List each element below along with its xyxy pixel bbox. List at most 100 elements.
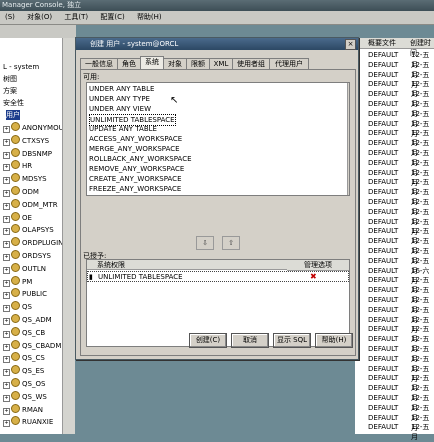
table-row[interactable]: DEFAULT 12-五月: [355, 364, 434, 383]
tree-item-users[interactable]: 用户: [6, 110, 20, 120]
table-row[interactable]: DEFAULT 12-五月: [355, 168, 434, 187]
expand-icon[interactable]: +: [3, 330, 10, 338]
expand-icon[interactable]: +: [3, 190, 10, 197]
table-row[interactable]: DEFAULT 12-五月: [355, 207, 434, 226]
expand-icon[interactable]: +: [3, 202, 10, 210]
table-row[interactable]: DEFAULT 16-六月: [355, 266, 434, 285]
table-row[interactable]: DEFAULT 12-五月: [355, 393, 434, 412]
tree-item-user[interactable]: + ORDSYS: [3, 250, 51, 261]
tree-item-user[interactable]: + PM: [3, 275, 32, 287]
expand-icon[interactable]: +: [3, 292, 10, 300]
expand-icon[interactable]: +: [3, 164, 10, 172]
tree-item-user[interactable]: + PUBLIC: [3, 288, 47, 300]
expand-icon[interactable]: +: [3, 241, 10, 249]
expand-icon[interactable]: +: [3, 356, 10, 364]
table-row[interactable]: DEFAULT 12-五月: [355, 158, 434, 177]
tree-scrollbar[interactable]: [62, 38, 75, 434]
expand-icon[interactable]: +: [3, 177, 10, 185]
table-row[interactable]: DEFAULT 12-五月: [355, 403, 434, 422]
table-row[interactable]: DEFAULT 12-五月: [355, 256, 434, 275]
tree-item-user[interactable]: + DBSNMP: [3, 147, 52, 159]
tree-item-user[interactable]: + OE: [3, 211, 32, 223]
expand-icon[interactable]: +: [3, 228, 10, 236]
expand-icon[interactable]: +: [3, 254, 10, 261]
expand-icon[interactable]: +: [3, 305, 10, 313]
help-button[interactable]: 帮助(H): [315, 333, 353, 348]
table-row[interactable]: DEFAULT 12-五月: [355, 138, 434, 157]
tree-item-user[interactable]: + QS_CBADM: [3, 339, 61, 351]
menu-item-object[interactable]: 对象(O): [22, 11, 57, 24]
tree-item-user[interactable]: + QS_ES: [3, 365, 44, 377]
table-row[interactable]: DEFAULT 12-五月: [355, 197, 434, 216]
column-header-system-privilege[interactable]: 系统权限: [87, 260, 287, 270]
table-row[interactable]: DEFAULT 12-五月: [355, 70, 434, 89]
privilege-list-item[interactable]: UPDATE ANY TABLE: [89, 124, 157, 134]
menu-item-help[interactable]: 帮助(H): [132, 11, 167, 24]
tree-item-user[interactable]: + QS: [3, 301, 32, 313]
table-row[interactable]: DEFAULT 12-五月: [355, 354, 434, 373]
expand-icon[interactable]: +: [3, 215, 10, 223]
privilege-list-item[interactable]: CREATE_ANY_WORKSPACE: [89, 174, 182, 184]
table-row[interactable]: DEFAULT 12-五月: [355, 275, 434, 294]
table-row[interactable]: DEFAULT 12-五月: [355, 50, 434, 69]
expand-icon[interactable]: +: [3, 126, 10, 133]
privilege-list-item[interactable]: MERGE_ANY_WORKSPACE: [89, 144, 180, 154]
tree-item-security[interactable]: 安全性: [3, 98, 24, 108]
table-row[interactable]: DEFAULT 12-五月: [355, 344, 434, 363]
table-row[interactable]: DEFAULT 12-五月: [355, 177, 434, 196]
tree-item-user[interactable]: + CTXSYS: [3, 134, 49, 146]
expand-icon[interactable]: +: [3, 138, 10, 146]
expand-icon[interactable]: +: [3, 369, 10, 377]
tree-item-user[interactable]: + HR: [3, 160, 32, 172]
privilege-list-item[interactable]: ROLLBACK_ANY_WORKSPACE: [89, 154, 192, 164]
expand-icon[interactable]: +: [3, 279, 10, 287]
privilege-list-item[interactable]: FREEZE_ANY_WORKSPACE: [89, 184, 181, 194]
table-row[interactable]: DEFAULT 12-五月: [355, 236, 434, 255]
menu-item-tools[interactable]: 工具(T): [59, 11, 93, 24]
tree-item-schema[interactable]: 方案: [3, 86, 17, 96]
tree-item-user[interactable]: + ANONYMOUS: [3, 122, 62, 133]
table-row[interactable]: DEFAULT 12-五月: [355, 128, 434, 147]
tree-item-user[interactable]: + ODM_MTR: [3, 198, 58, 210]
table-row[interactable]: DEFAULT 12-五月: [355, 79, 434, 98]
granted-row[interactable]: ▮ UNLIMITED TABLESPACE ✖: [87, 271, 349, 282]
expand-icon[interactable]: +: [3, 394, 10, 402]
table-row[interactable]: DEFAULT 12-五月: [355, 305, 434, 324]
tree-item-user[interactable]: + RMAN: [3, 403, 43, 415]
table-row[interactable]: DEFAULT 12-五月: [355, 315, 434, 334]
table-row[interactable]: DEFAULT 12-五月: [355, 60, 434, 79]
privilege-list-item[interactable]: REMOVE_ANY_WORKSPACE: [89, 164, 184, 174]
privilege-list-item[interactable]: UNDER ANY TABLE: [89, 84, 154, 94]
show-sql-button[interactable]: 显示 SQL: [273, 333, 311, 348]
expand-icon[interactable]: +: [3, 318, 10, 325]
expand-icon[interactable]: +: [3, 382, 10, 389]
table-row[interactable]: DEFAULT 12-五月: [355, 422, 434, 441]
table-row[interactable]: DEFAULT 12-五月: [355, 187, 434, 206]
table-row[interactable]: DEFAULT 12-五月: [355, 334, 434, 353]
tree-item-connection[interactable]: L - system: [3, 62, 39, 72]
table-row[interactable]: DEFAULT 12-五月: [355, 383, 434, 402]
tree-item-diagram[interactable]: 树图: [3, 74, 17, 84]
admin-option-checkbox[interactable]: ✖: [310, 272, 317, 282]
menu-item-file[interactable]: (S): [0, 11, 20, 24]
tab-system[interactable]: 系统: [140, 56, 164, 70]
table-row[interactable]: DEFAULT 12-五月: [355, 89, 434, 108]
tree-item-user[interactable]: + QS_WS: [3, 390, 47, 402]
column-header-admin-option[interactable]: 管理选项: [287, 260, 349, 271]
tree-item-user[interactable]: + QS_CB: [3, 326, 45, 338]
close-icon[interactable]: ×: [345, 39, 356, 50]
menu-item-config[interactable]: 配置(C): [95, 11, 129, 24]
table-row[interactable]: DEFAULT 12-五月: [355, 324, 434, 343]
table-row[interactable]: DEFAULT 12-五月: [355, 148, 434, 167]
column-header-profile[interactable]: 概要文件: [355, 38, 410, 49]
tree-item-user[interactable]: + QS_ADM: [3, 314, 52, 325]
table-row[interactable]: DEFAULT 12-五月: [355, 217, 434, 236]
privilege-list-item[interactable]: UNDER ANY VIEW: [89, 104, 151, 114]
cancel-button[interactable]: 取消: [231, 333, 269, 348]
table-row[interactable]: DEFAULT 12-五月: [355, 373, 434, 392]
table-row[interactable]: DEFAULT 12-五月: [355, 226, 434, 245]
column-header-created[interactable]: 创建时间: [410, 38, 434, 57]
add-privilege-button[interactable]: ⇩: [196, 236, 214, 250]
table-row[interactable]: DEFAULT 12-五月: [355, 99, 434, 118]
table-row[interactable]: DEFAULT 12-五月: [355, 119, 434, 138]
